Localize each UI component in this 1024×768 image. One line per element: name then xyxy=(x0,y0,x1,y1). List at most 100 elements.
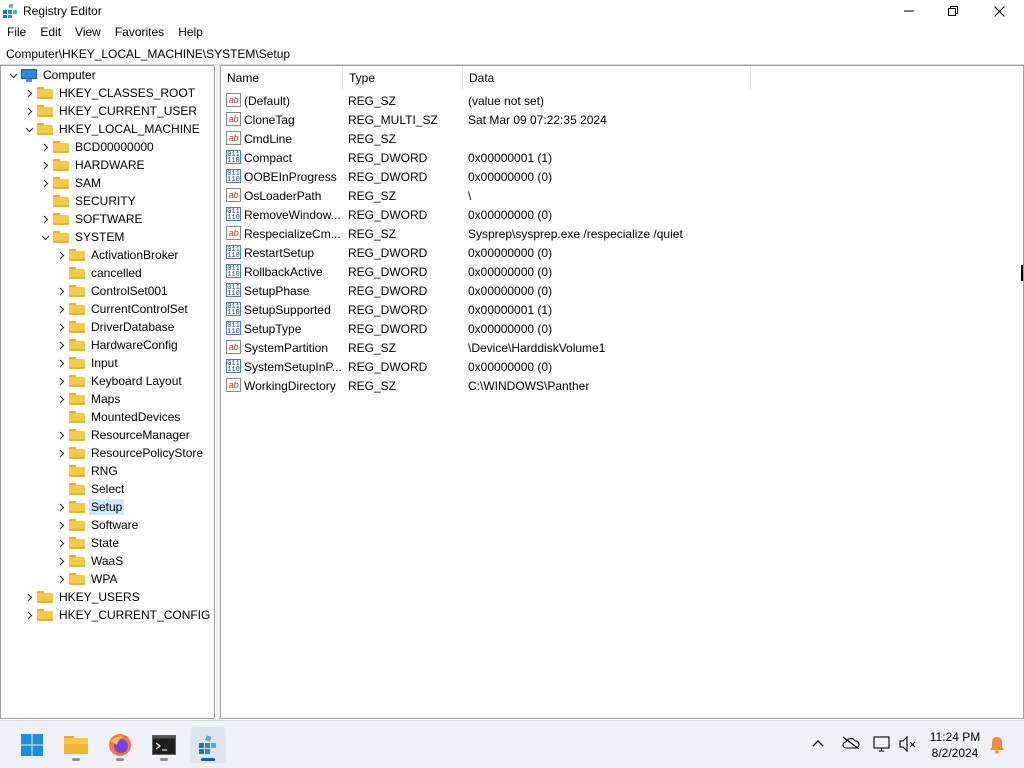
tree-node-label[interactable]: WaaS xyxy=(89,553,125,569)
tree-node-label[interactable]: Keyboard Layout xyxy=(89,373,184,389)
expand-chevron-icon[interactable] xyxy=(55,318,67,336)
tree-node-label[interactable]: CurrentControlSet xyxy=(89,301,190,317)
value-row[interactable]: 011 110 SetupPhase REG_DWORD 0x00000000 (0) xyxy=(221,281,1021,300)
expand-chevron-icon[interactable] xyxy=(23,84,35,102)
tree-node-label[interactable]: HKEY_USERS xyxy=(57,589,142,605)
collapse-chevron-icon[interactable] xyxy=(39,228,51,246)
tree-node-label[interactable]: ActivationBroker xyxy=(89,247,180,263)
value-row[interactable]: ab CloneTag REG_MULTI_SZ Sat Mar 09 07:22:3… xyxy=(221,110,1021,129)
key-tree-pane[interactable]: Computer HKEY_CLASSES_ROOT HKEY_CURRENT_US… xyxy=(0,65,215,719)
tree-node[interactable]: SAM xyxy=(39,174,103,192)
expand-chevron-icon[interactable] xyxy=(39,210,51,228)
address-bar[interactable]: Computer\HKEY_LOCAL_MACHINE\SYSTEM\Setup xyxy=(0,44,1024,65)
tree-node[interactable]: ResourceManager xyxy=(55,426,192,444)
tree-node-label[interactable]: Computer xyxy=(41,67,98,83)
tree-node[interactable]: HardwareConfig xyxy=(55,336,180,354)
taskbar-terminal[interactable] xyxy=(146,727,182,763)
tree-node-label[interactable]: SAM xyxy=(73,175,103,191)
tree-node-label[interactable]: RNG xyxy=(89,463,120,479)
tree-node[interactable]: Computer xyxy=(7,66,98,84)
expand-chevron-icon[interactable] xyxy=(55,282,67,300)
tree-node-label[interactable]: Input xyxy=(89,355,120,371)
tree-node[interactable]: BCD00000000 xyxy=(39,138,156,156)
clock[interactable]: 11:24 PM 8/2/2024 xyxy=(920,729,990,761)
value-row[interactable]: 011 110 SetupType REG_DWORD 0x00000000 (0) xyxy=(221,319,1021,338)
close-button[interactable] xyxy=(976,0,1022,22)
menu-help[interactable]: Help xyxy=(171,23,210,42)
tree-node[interactable]: HKEY_CURRENT_USER xyxy=(23,102,199,120)
tree-node[interactable]: DriverDatabase xyxy=(55,318,176,336)
tree-node[interactable]: Input xyxy=(55,354,120,372)
tree-node[interactable]: HKEY_LOCAL_MACHINE xyxy=(23,120,202,138)
value-row[interactable]: ab SystemPartition REG_SZ \Device\HarddiskV… xyxy=(221,338,1021,357)
tree-node[interactable]: CurrentControlSet xyxy=(55,300,190,318)
value-row[interactable]: 011 110 RestartSetup REG_DWORD 0x00000000 (0… xyxy=(221,243,1021,262)
tree-node[interactable]: WPA xyxy=(55,570,119,588)
tree-node[interactable]: WaaS xyxy=(55,552,125,570)
tree-node-label[interactable]: Select xyxy=(89,481,126,497)
value-row[interactable]: 011 110 RemoveWindow... REG_DWORD 0x00000000… xyxy=(221,205,1021,224)
column-header-type[interactable]: Type xyxy=(343,66,463,90)
expand-chevron-icon[interactable] xyxy=(39,138,51,156)
expand-chevron-icon[interactable] xyxy=(23,102,35,120)
tree-node-label[interactable]: HardwareConfig xyxy=(89,337,180,353)
tree-node-label[interactable]: State xyxy=(89,535,121,551)
tree-node[interactable]: Setup xyxy=(55,498,125,516)
expand-chevron-icon[interactable] xyxy=(55,534,67,552)
cloud-offline-icon[interactable] xyxy=(842,736,860,750)
expand-chevron-icon[interactable] xyxy=(55,444,67,462)
menu-view[interactable]: View xyxy=(68,23,108,42)
start-button[interactable] xyxy=(14,727,50,763)
tree-node[interactable]: cancelled xyxy=(55,264,144,282)
tree-node[interactable]: SYSTEM xyxy=(39,228,126,246)
tree-node[interactable]: HKEY_CURRENT_CONFIG xyxy=(23,606,212,624)
maximize-button[interactable] xyxy=(930,0,976,22)
expand-chevron-icon[interactable] xyxy=(23,606,35,624)
value-row[interactable]: ab RespecializeCm... REG_SZ Sysprep\sysprep… xyxy=(221,224,1021,243)
tree-node[interactable]: Software xyxy=(55,516,140,534)
tree-node[interactable]: Keyboard Layout xyxy=(55,372,184,390)
tree-node[interactable]: SOFTWARE xyxy=(39,210,145,228)
value-row[interactable]: 011 110 Compact REG_DWORD 0x00000001 (1) xyxy=(221,148,1021,167)
tree-node[interactable]: RNG xyxy=(55,462,120,480)
network-icon[interactable] xyxy=(873,736,891,752)
menu-edit[interactable]: Edit xyxy=(33,23,68,42)
value-row[interactable]: 011 110 SetupSupported REG_DWORD 0x00000001 … xyxy=(221,300,1021,319)
notification-bell-icon[interactable] xyxy=(989,736,1005,754)
expand-chevron-icon[interactable] xyxy=(55,372,67,390)
taskbar-file-explorer[interactable] xyxy=(58,727,94,763)
value-row[interactable]: ab OsLoaderPath REG_SZ \ xyxy=(221,186,1021,205)
tree-node[interactable]: Maps xyxy=(55,390,122,408)
tree-node-label[interactable]: ResourcePolicyStore xyxy=(89,445,205,461)
expand-chevron-icon[interactable] xyxy=(55,552,67,570)
tree-node-label[interactable]: Software xyxy=(89,517,140,533)
column-header-name[interactable]: Name xyxy=(221,66,343,90)
tree-node-label[interactable]: SECURITY xyxy=(73,193,138,209)
expand-chevron-icon[interactable] xyxy=(55,570,67,588)
show-hidden-icons-chevron[interactable] xyxy=(812,738,824,748)
tree-node-label[interactable]: HKEY_CURRENT_USER xyxy=(57,103,199,119)
expand-chevron-icon[interactable] xyxy=(39,174,51,192)
tree-node-label[interactable]: Maps xyxy=(89,391,122,407)
value-row[interactable]: ab CmdLine REG_SZ xyxy=(221,129,1021,148)
expand-chevron-icon[interactable] xyxy=(55,246,67,264)
tree-node-label[interactable]: ControlSet001 xyxy=(89,283,170,299)
tree-node-label[interactable]: cancelled xyxy=(89,265,144,281)
expand-chevron-icon[interactable] xyxy=(23,588,35,606)
expand-chevron-icon[interactable] xyxy=(55,336,67,354)
volume-muted-icon[interactable] xyxy=(899,736,917,752)
menu-file[interactable]: File xyxy=(0,23,33,42)
tree-node[interactable]: ActivationBroker xyxy=(55,246,180,264)
tree-node[interactable]: HKEY_CLASSES_ROOT xyxy=(23,84,197,102)
taskbar-registry-editor[interactable] xyxy=(190,727,226,763)
tree-node[interactable]: Select xyxy=(55,480,126,498)
tree-node-label[interactable]: HARDWARE xyxy=(73,157,147,173)
value-row[interactable]: 011 110 SystemSetupInP... REG_DWORD 0x000000… xyxy=(221,357,1021,376)
taskbar-firefox[interactable] xyxy=(102,727,138,763)
minimize-button[interactable] xyxy=(886,0,932,22)
tree-node-label[interactable]: HKEY_CURRENT_CONFIG xyxy=(57,607,212,623)
column-header-data[interactable]: Data xyxy=(463,66,751,90)
tree-node-label[interactable]: SYSTEM xyxy=(73,229,126,245)
value-list-pane[interactable]: Name Type Data ab (Default) REG_SZ (value n… xyxy=(220,65,1024,719)
tree-node-label[interactable]: ResourceManager xyxy=(89,427,192,443)
